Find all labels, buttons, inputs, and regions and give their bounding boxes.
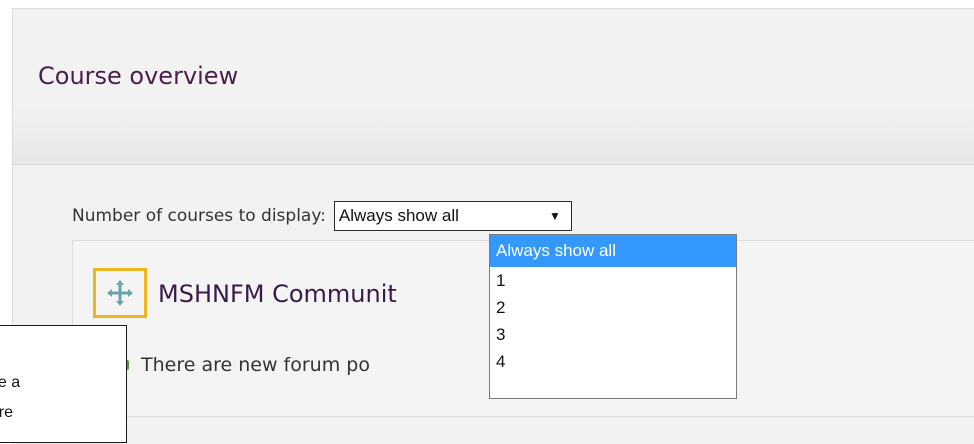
instruction-callout: ove a here [0, 325, 127, 443]
block-title: Course overview [38, 62, 239, 90]
dropdown-option-1[interactable]: 1 [490, 267, 736, 294]
callout-text-line-2: here [0, 404, 14, 421]
move-handle[interactable] [93, 268, 147, 318]
course-title-link[interactable]: MSHNFM Communit [158, 276, 397, 312]
forum-notice-text[interactable]: There are new forum po [141, 354, 370, 376]
dropdown-option-3[interactable]: 3 [490, 321, 736, 348]
dropdown-option-2[interactable]: 2 [490, 294, 736, 321]
triangle-down-icon: ▼ [549, 209, 561, 223]
courses-count-dropdown-list: Always show all 1 2 3 4 [489, 234, 737, 399]
courses-count-select[interactable]: Always show all ▼ [333, 201, 572, 231]
courses-count-selected-value: Always show all [338, 206, 459, 225]
move-icon [107, 280, 133, 306]
callout-text-line-1: ove a [0, 374, 21, 391]
block-header: Course overview [13, 9, 974, 165]
forum-notice: There are new forum po [105, 350, 370, 380]
dropdown-option-always-show-all[interactable]: Always show all [490, 235, 736, 267]
courses-count-setting: Number of courses to display: Always sho… [72, 198, 572, 234]
courses-count-label: Number of courses to display: [72, 206, 326, 226]
dropdown-option-4[interactable]: 4 [490, 348, 736, 375]
